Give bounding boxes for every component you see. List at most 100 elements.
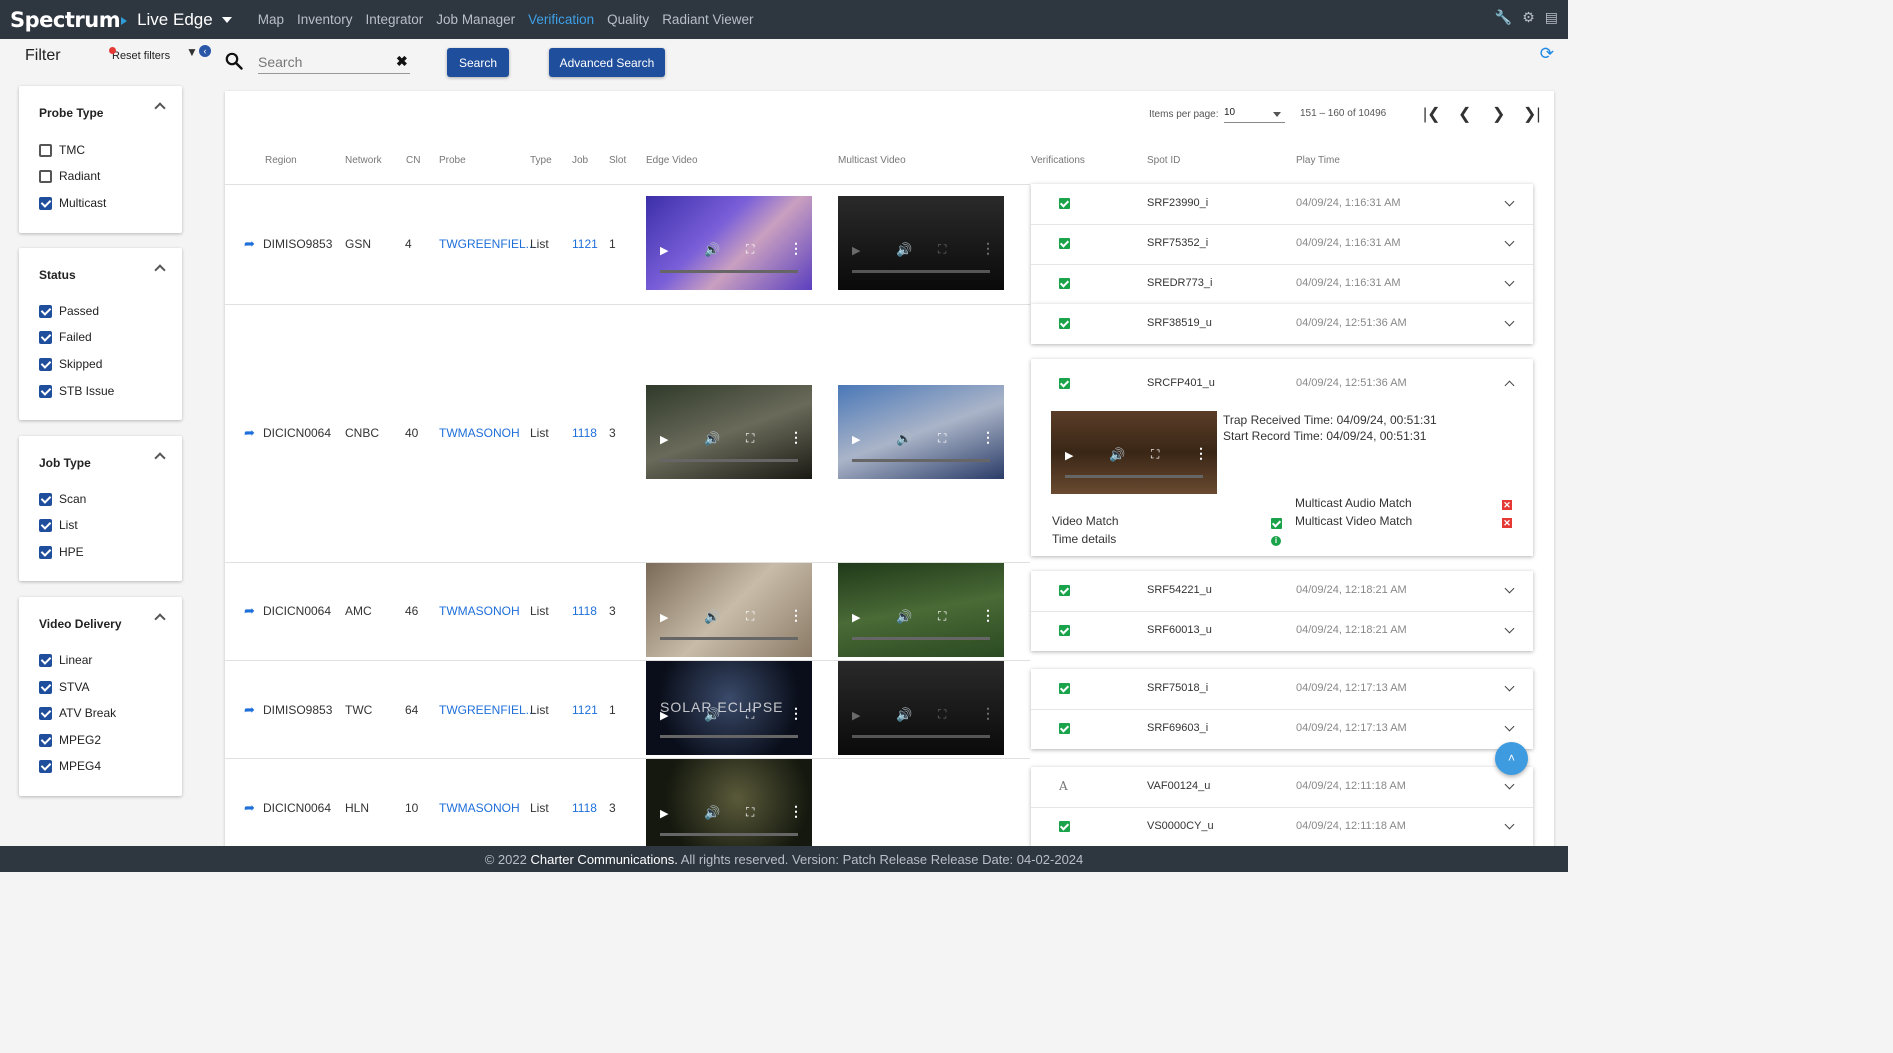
filter-option-scan[interactable]: Scan (39, 492, 86, 506)
more-vert-icon[interactable]: ⋮ (981, 705, 995, 722)
nav-job-manager[interactable]: Job Manager (436, 12, 515, 27)
volume-icon[interactable]: 🔊 (704, 242, 720, 258)
fullscreen-icon[interactable]: ⛶ (938, 609, 946, 624)
more-vert-icon[interactable]: ⋮ (789, 803, 803, 820)
more-vert-icon[interactable]: ⋮ (981, 429, 995, 446)
filter-option-list[interactable]: List (39, 518, 78, 532)
play-icon[interactable]: ▶ (852, 611, 860, 624)
advanced-search-button[interactable]: Advanced Search (549, 48, 665, 77)
fullscreen-icon[interactable]: ⛶ (746, 431, 754, 446)
filter-option-multicast[interactable]: Multicast (39, 196, 106, 210)
column-header-probe[interactable]: Probe (439, 155, 466, 166)
edge-video-player[interactable]: ▶ 🔊 ⛶ ⋮ (646, 385, 812, 479)
info-icon[interactable]: i (1271, 536, 1281, 546)
filter-option-stva[interactable]: STVA (39, 680, 89, 694)
nav-map[interactable]: Map (258, 12, 284, 27)
play-icon[interactable]: ▶ (660, 611, 668, 624)
first-page-icon[interactable]: |❮ (1423, 104, 1441, 124)
more-vert-icon[interactable]: ⋮ (981, 607, 995, 624)
checkbox[interactable] (39, 518, 52, 532)
nav-verification[interactable]: Verification (528, 12, 594, 27)
filter-option-atv-break[interactable]: ATV Break (39, 706, 116, 720)
column-header-network[interactable]: Network (345, 155, 382, 166)
filter-option-tmc[interactable]: TMC (39, 143, 85, 157)
column-header-job[interactable]: Job (572, 155, 588, 166)
chevron-down-icon[interactable] (1504, 623, 1515, 634)
play-icon[interactable]: ▶ (660, 433, 668, 446)
checkbox[interactable] (39, 545, 52, 559)
nav-inventory[interactable]: Inventory (297, 12, 353, 27)
chevron-up-icon[interactable] (154, 452, 166, 464)
funnel-icon[interactable]: ▼ (186, 45, 198, 59)
column-header-edge-video[interactable]: Edge Video (646, 155, 698, 166)
cell-probe-link[interactable]: TWMASONOH (439, 604, 520, 618)
filter-option-failed[interactable]: Failed (39, 330, 92, 344)
multicast-video-player[interactable]: ▶ 🔊 ⛶ ⋮ (838, 385, 1004, 479)
play-icon[interactable]: ▶ (660, 244, 668, 257)
fullscreen-icon[interactable]: ⛶ (938, 431, 946, 446)
search-button[interactable]: Search (447, 48, 509, 77)
edge-video-player[interactable]: ▶ 🔊 ⛶ ⋮ (646, 759, 812, 846)
volume-icon[interactable]: 🔊 (1109, 447, 1125, 463)
cell-job-link[interactable]: 1121 (572, 237, 598, 251)
cell-probe-link[interactable]: TWMASONOH (439, 426, 520, 440)
next-page-icon[interactable]: ❯ (1492, 104, 1505, 124)
cell-job-link[interactable]: 1118 (572, 801, 597, 815)
share-icon[interactable]: ➦ (244, 425, 255, 441)
play-icon[interactable]: ▶ (852, 433, 860, 446)
filter-option-mpeg2[interactable]: MPEG2 (39, 733, 101, 747)
more-vert-icon[interactable]: ⋮ (789, 705, 803, 722)
column-header-spot-id[interactable]: Spot ID (1147, 155, 1180, 166)
edge-video-player[interactable]: ▶ 🔊 ⛶ ⋮ (646, 196, 812, 290)
refresh-icon[interactable]: ⟳ (1540, 44, 1554, 64)
nav-quality[interactable]: Quality (607, 12, 649, 27)
play-icon[interactable]: ▶ (660, 709, 668, 722)
checkbox[interactable] (39, 759, 52, 773)
filter-option-passed[interactable]: Passed (39, 304, 99, 318)
checkbox[interactable] (39, 492, 52, 506)
chevron-down-icon[interactable] (1504, 276, 1515, 287)
app-name[interactable]: Live Edge (137, 10, 213, 30)
volume-icon[interactable]: 🔊 (896, 707, 912, 723)
checkbox[interactable] (39, 706, 52, 720)
column-header-multicast-video[interactable]: Multicast Video (838, 155, 906, 166)
chevron-up-icon[interactable] (154, 613, 166, 625)
filter-option-stb-issue[interactable]: STB Issue (39, 384, 114, 398)
fullscreen-icon[interactable]: ⛶ (1151, 447, 1159, 462)
video-progress-bar[interactable] (660, 459, 798, 462)
column-header-play-time[interactable]: Play Time (1296, 155, 1340, 166)
filter-option-skipped[interactable]: Skipped (39, 357, 102, 371)
verification-row[interactable]: VS0000CY_u 04/09/24, 12:11:18 AM (1031, 807, 1533, 847)
video-progress-bar[interactable] (852, 637, 990, 640)
checkbox[interactable] (39, 357, 52, 371)
more-vert-icon[interactable]: ⋮ (981, 240, 995, 257)
fullscreen-icon[interactable]: ⛶ (746, 242, 754, 257)
column-header-region[interactable]: Region (265, 155, 297, 166)
volume-icon[interactable]: 🔊 (896, 242, 912, 258)
verification-row[interactable]: SRF54221_u 04/09/24, 12:18:21 AM (1031, 571, 1533, 611)
chevron-down-icon[interactable] (1504, 196, 1515, 207)
checkbox[interactable] (39, 680, 52, 694)
verification-row[interactable]: SRF60013_u 04/09/24, 12:18:21 AM (1031, 611, 1533, 651)
video-progress-bar[interactable] (852, 735, 990, 738)
verification-row[interactable]: SRF69603_i 04/09/24, 12:17:13 AM (1031, 709, 1533, 749)
share-icon[interactable]: ➦ (244, 800, 255, 816)
video-progress-bar[interactable] (660, 270, 798, 273)
column-header-type[interactable]: Type (530, 155, 552, 166)
column-header-cn[interactable]: CN (406, 155, 420, 166)
filter-option-hpe[interactable]: HPE (39, 545, 84, 559)
edge-video-player[interactable]: SOLAR ECLIPSE ▶ 🔊 ⛶ ⋮ (646, 661, 812, 755)
column-header-verifications[interactable]: Verifications (1031, 155, 1085, 166)
volume-icon[interactable]: 🔊 (704, 707, 720, 723)
cell-job-link[interactable]: 1118 (572, 604, 597, 618)
video-progress-bar[interactable] (1065, 475, 1203, 478)
video-progress-bar[interactable] (660, 735, 798, 738)
share-icon[interactable]: ➦ (244, 236, 255, 252)
video-progress-bar[interactable] (852, 459, 990, 462)
checkbox[interactable] (39, 653, 52, 667)
volume-icon[interactable]: 🔊 (704, 805, 720, 821)
spectrum-logo[interactable]: Spectrum (10, 8, 128, 32)
cell-job-link[interactable]: 1121 (572, 703, 598, 717)
checkbox[interactable] (39, 143, 52, 157)
verification-row[interactable]: SRF38519_u 04/09/24, 12:51:36 AM (1031, 304, 1533, 344)
